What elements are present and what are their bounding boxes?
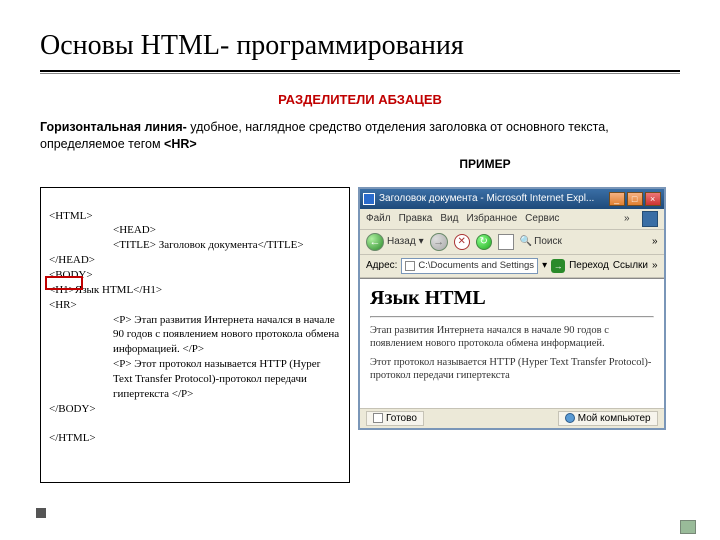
address-bar: Адрес: C:\Documents and Settings ▾ → Пер… <box>360 255 664 278</box>
menu-favorites[interactable]: Избранное <box>466 213 517 224</box>
status-zone: Мой компьютер <box>558 411 658 426</box>
forward-button[interactable]: → <box>430 233 448 251</box>
slide-title: Основы HTML- программирования <box>40 30 680 62</box>
home-button[interactable] <box>498 234 514 250</box>
menu-view[interactable]: Вид <box>440 213 458 224</box>
highlight-box <box>45 276 83 290</box>
code-line: <P> Этот протокол называется HTTP (Hyper… <box>49 357 341 402</box>
go-label[interactable]: Переход <box>569 260 609 271</box>
page-paragraph: Этап развития Интернета начался в начале… <box>370 324 654 350</box>
address-dropdown-icon[interactable]: ▾ <box>542 260 547 271</box>
toolbar: ← Назад ▾ → ✕ ↻ 🔍 Поиск » <box>360 230 664 255</box>
code-line: <P> Этап развития Интернета начался в на… <box>49 313 341 358</box>
title-divider <box>40 70 680 74</box>
back-arrow-icon: ← <box>366 233 384 251</box>
status-done: Готово <box>366 411 424 426</box>
status-zone-label: Мой компьютер <box>578 413 651 424</box>
address-value: C:\Documents and Settings <box>418 260 534 271</box>
status-done-label: Готово <box>386 413 417 424</box>
body-tag: <HR> <box>164 137 197 151</box>
code-line-hr: <HR> <box>49 299 77 311</box>
code-line: </HTML> <box>49 432 96 444</box>
ie-throbber-icon <box>642 211 658 227</box>
code-example-box: <HTML> <HEAD><TITLE> Заголовок документа… <box>40 187 350 483</box>
menu-file[interactable]: Файл <box>366 213 391 224</box>
code-line: <TITLE> Заголовок документа</TITLE> <box>49 238 341 253</box>
body-bold-term: Горизонтальная линия- <box>40 120 187 134</box>
section-heading: РАЗДЕЛИТЕЛИ АБЗАЦЕВ <box>40 92 680 107</box>
search-button[interactable]: 🔍 Поиск <box>520 236 562 247</box>
menu-bar: Файл Правка Вид Избранное Сервис » <box>360 209 664 230</box>
zone-icon <box>565 413 575 423</box>
address-label: Адрес: <box>366 260 397 271</box>
code-line: <HTML> <box>49 210 93 222</box>
search-icon: 🔍 <box>520 236 532 247</box>
menu-tools[interactable]: Сервис <box>525 213 559 224</box>
go-button[interactable]: → <box>551 259 565 273</box>
status-bar: Готово Мой компьютер <box>360 408 664 428</box>
code-line: </BODY> <box>49 403 96 415</box>
ie-logo-icon <box>363 193 375 205</box>
file-icon <box>405 261 415 271</box>
menu-overflow-icon[interactable]: » <box>624 213 630 224</box>
browser-window: Заголовок документа - Microsoft Internet… <box>358 187 666 430</box>
code-line: </HEAD> <box>49 254 95 266</box>
back-dropdown-icon[interactable]: ▾ <box>419 236 424 247</box>
menu-edit[interactable]: Правка <box>399 213 433 224</box>
code-line: <HEAD> <box>49 223 341 238</box>
refresh-button[interactable]: ↻ <box>476 234 492 250</box>
example-label: ПРИМЕР <box>290 157 680 171</box>
status-page-icon <box>373 413 383 423</box>
window-title: Заголовок документа - Microsoft Internet… <box>379 193 594 204</box>
page-heading: Язык HTML <box>370 287 654 310</box>
minimize-button[interactable]: _ <box>609 192 625 206</box>
links-overflow-icon[interactable]: » <box>652 260 658 271</box>
page-paragraph: Этот протокол называется HTTP (Hyper Tex… <box>370 356 654 382</box>
close-button[interactable]: × <box>645 192 661 206</box>
back-label: Назад <box>387 236 416 247</box>
slide-nav-icon[interactable] <box>680 520 696 534</box>
page-hr <box>370 316 654 318</box>
search-label: Поиск <box>534 236 562 247</box>
footer-bullet-icon <box>36 508 46 518</box>
stop-button[interactable]: ✕ <box>454 234 470 250</box>
maximize-button[interactable]: □ <box>627 192 643 206</box>
back-button[interactable]: ← Назад ▾ <box>366 233 424 251</box>
address-input[interactable]: C:\Documents and Settings <box>401 258 538 274</box>
links-button[interactable]: Ссылки <box>613 260 648 271</box>
page-content: Язык HTML Этап развития Интернета началс… <box>360 278 664 408</box>
body-paragraph: Горизонтальная линия- удобное, наглядное… <box>40 119 680 153</box>
toolbar-overflow-icon[interactable]: » <box>652 236 658 247</box>
window-titlebar: Заголовок документа - Microsoft Internet… <box>360 189 664 209</box>
